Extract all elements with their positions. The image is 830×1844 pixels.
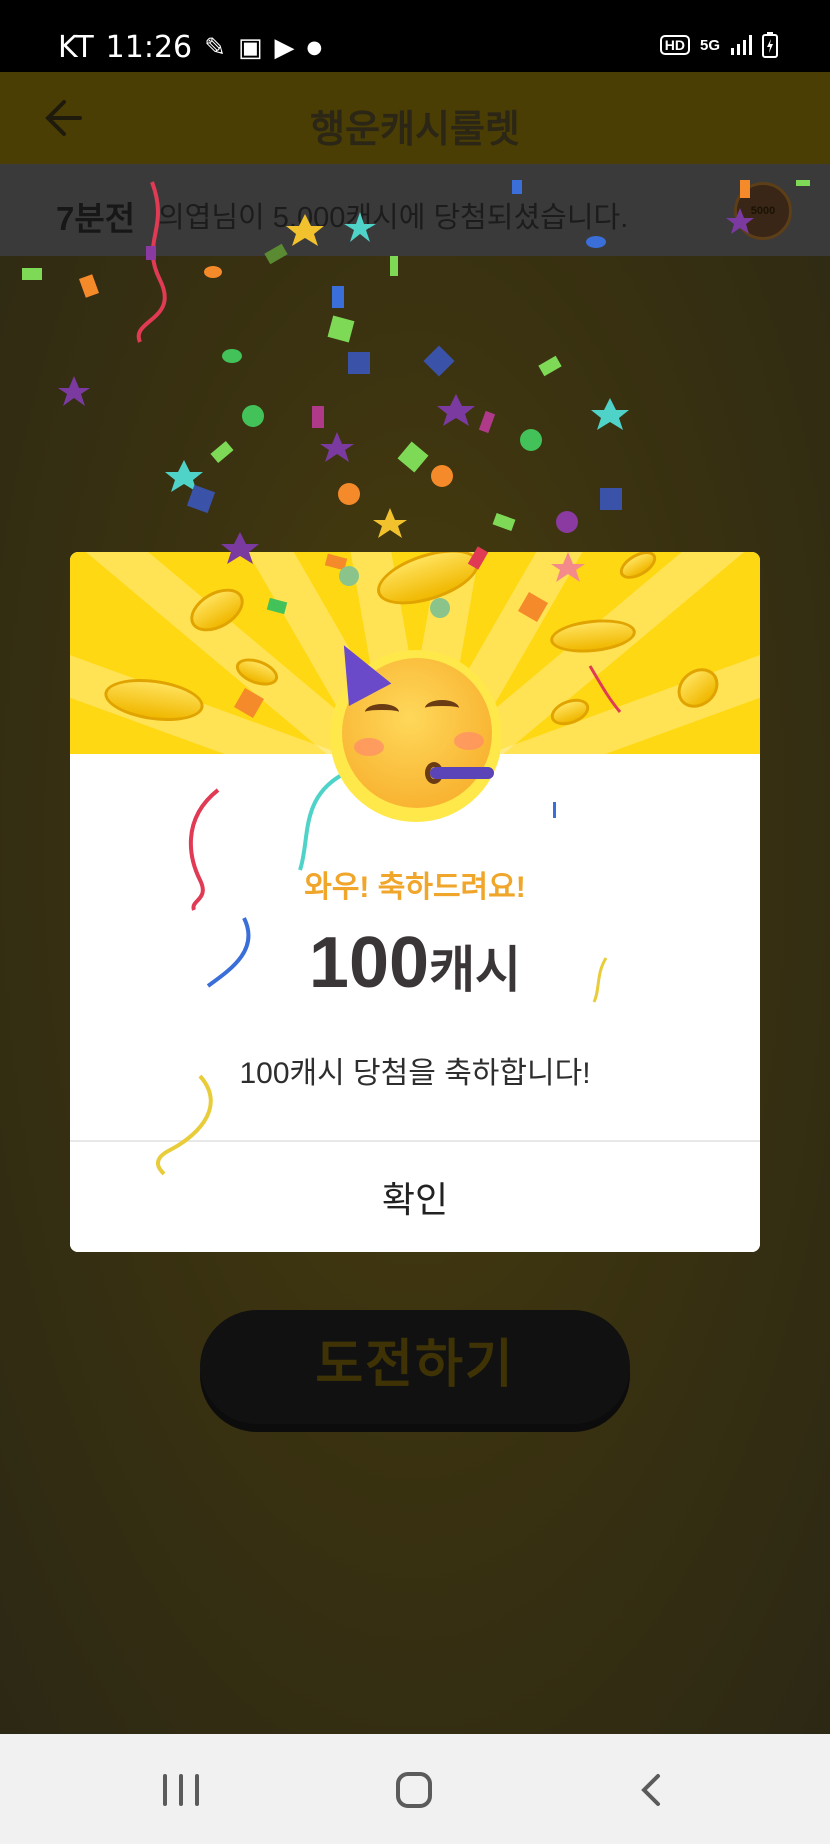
prize-unit: 캐시 <box>429 942 522 998</box>
emoji-eye <box>425 700 459 716</box>
page-title: 행운캐시룰렛 <box>310 109 520 151</box>
hd-voice-icon: HD <box>659 35 690 55</box>
win-modal: 와우! 축하드려요! 100캐시 100캐시 당첨을 축하합니다! 확인 <box>70 552 760 1252</box>
back-icon[interactable] <box>634 1772 670 1808</box>
emoji-cheek <box>454 732 484 750</box>
home-icon[interactable] <box>396 1772 432 1808</box>
ticker-time: 7분전 <box>56 200 136 237</box>
status-left: KT 11:26 ✎ ▣ ▶ ● <box>58 30 322 65</box>
modal-kicker: 와우! 축하드려요! <box>304 871 526 904</box>
app-header: 행운캐시룰렛 <box>0 72 830 164</box>
clock: 11:26 <box>105 30 193 65</box>
recent-apps-icon[interactable] <box>163 1774 199 1806</box>
party-blower-icon <box>430 767 494 779</box>
5g-icon: 5G <box>699 36 720 54</box>
youtube-icon: ▶ <box>274 32 295 63</box>
confirm-button[interactable]: 확인 <box>70 1142 760 1252</box>
battery-charging-icon <box>762 32 778 58</box>
status-right: HD 5G <box>659 32 778 58</box>
prize-amount: 100캐시 <box>70 922 760 1004</box>
ticker-message: 의엽님이 5,000캐시에 당첨되셨습니다. <box>158 202 629 234</box>
signal-icon <box>731 35 752 55</box>
winner-ticker: 7분전 의엽님이 5,000캐시에 당첨되셨습니다. <box>0 164 830 256</box>
status-bar: KT 11:26 ✎ ▣ ▶ ● HD 5G <box>0 0 830 72</box>
dot-icon: ● <box>306 37 323 58</box>
carrier-label: KT <box>58 30 94 65</box>
challenge-button[interactable]: 도전하기 <box>200 1310 630 1424</box>
modal-description: 100캐시 당첨을 축하합니다! <box>239 1057 591 1090</box>
coin-badge-icon: 5000 <box>734 182 792 240</box>
image-icon: ▣ <box>237 32 263 63</box>
emoji-eye <box>365 704 399 720</box>
system-nav-bar <box>0 1734 830 1844</box>
emoji-cheek <box>354 738 384 756</box>
notification-icon: ✎ <box>204 32 226 63</box>
prize-number: 100 <box>308 923 430 1003</box>
